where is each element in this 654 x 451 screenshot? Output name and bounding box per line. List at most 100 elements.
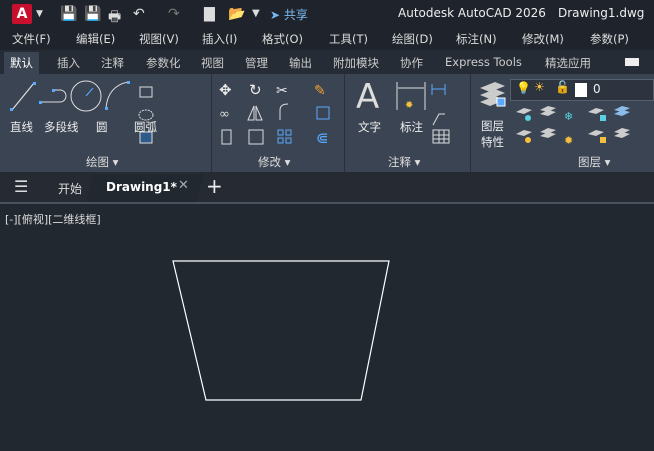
scale-icon bbox=[248, 129, 264, 145]
menu-insert[interactable]: 插入(I) bbox=[202, 31, 237, 47]
divider bbox=[470, 74, 471, 172]
layer-off-icon bbox=[516, 108, 532, 114]
layers-panel-title[interactable]: 图层 ▾ bbox=[578, 154, 610, 170]
mirror-icon bbox=[247, 105, 263, 121]
tab-manage[interactable]: 管理 bbox=[245, 55, 268, 71]
title-bar: A ▼ 💾 💾 🖶 ↶ ↷ ▇ 📂 ▼ ➤ 共享 Autodesk AutoCA… bbox=[0, 0, 654, 28]
draw-tools-icons bbox=[10, 80, 154, 144]
layer-dropdown[interactable]: 💡 ☀ 🔓 0 bbox=[510, 79, 654, 101]
tab-drawing1-label[interactable]: Drawing1* bbox=[106, 180, 177, 194]
undo-icon[interactable]: ↶ bbox=[133, 6, 145, 22]
new-file-icon[interactable]: ▇ bbox=[204, 6, 215, 22]
ribbon-tabs: 默认 插入 注释 参数化 视图 管理 输出 附加模块 协作 Express To… bbox=[0, 50, 654, 74]
divider bbox=[344, 74, 345, 172]
layer-properties-label[interactable]: 图层 bbox=[481, 118, 504, 134]
fillet-icon bbox=[279, 103, 289, 120]
drawing-canvas[interactable] bbox=[0, 204, 654, 451]
annotation-icons: ✹ bbox=[396, 82, 450, 144]
line-icon bbox=[10, 82, 36, 111]
stretch-icon bbox=[221, 129, 232, 145]
menu-modify[interactable]: 修改(M) bbox=[522, 31, 564, 47]
ribbon-toggle-button[interactable] bbox=[625, 58, 639, 66]
tab-parametric[interactable]: 参数化 bbox=[146, 55, 181, 71]
share-button[interactable]: ➤ 共享 bbox=[270, 6, 308, 23]
polyline-icon bbox=[39, 89, 67, 104]
redo-icon[interactable]: ↷ bbox=[168, 6, 180, 22]
menu-bar: 文件(F) 编辑(E) 视图(V) 插入(I) 格式(O) 工具(T) 绘图(D… bbox=[0, 28, 654, 50]
text-icon[interactable]: A bbox=[356, 77, 379, 117]
dimension-tool-label[interactable]: 标注 bbox=[400, 119, 423, 135]
sun-icon: ☀ bbox=[534, 80, 545, 94]
erase-icon: ✎ bbox=[314, 83, 326, 99]
trapezoid-shape[interactable] bbox=[172, 260, 390, 401]
document-title: Drawing1.dwg bbox=[558, 6, 645, 20]
tab-featured-apps[interactable]: 精选应用 bbox=[545, 55, 591, 71]
circle-tool-label[interactable]: 圆 bbox=[96, 119, 108, 135]
3d-solid-icon bbox=[316, 106, 330, 120]
dimension-icon: ✹ bbox=[396, 82, 426, 111]
menu-tools[interactable]: 工具(T) bbox=[329, 31, 368, 47]
trim-icon: ✂ bbox=[276, 83, 288, 99]
line-tool-label[interactable]: 直线 bbox=[10, 119, 33, 135]
send-icon: ➤ bbox=[270, 8, 284, 22]
offset-icon: ⋐ bbox=[316, 129, 329, 147]
divider bbox=[211, 74, 212, 172]
layer-properties-icon[interactable] bbox=[475, 80, 515, 120]
app-menu-button[interactable]: A bbox=[12, 4, 32, 24]
layer-on-icon bbox=[516, 130, 532, 136]
new-tab-plus-icon[interactable]: + bbox=[206, 174, 223, 198]
app-title: Autodesk AutoCAD 2026 bbox=[398, 6, 546, 20]
freeze-icon: ❄ bbox=[564, 110, 573, 123]
menu-edit[interactable]: 编辑(E) bbox=[76, 31, 115, 47]
tab-view[interactable]: 视图 bbox=[201, 55, 224, 71]
menu-view[interactable]: 视图(V) bbox=[139, 31, 179, 47]
tab-start[interactable]: 开始 bbox=[58, 180, 82, 197]
tab-annotate[interactable]: 注释 bbox=[101, 55, 124, 71]
copy-icon: ∞ bbox=[219, 107, 230, 122]
share-label: 共享 bbox=[283, 8, 308, 22]
layer-match-icon bbox=[540, 106, 556, 116]
layer-unlock-icon bbox=[588, 130, 604, 136]
tab-collaborate[interactable]: 协作 bbox=[400, 55, 423, 71]
save-icon[interactable]: 💾 bbox=[60, 6, 77, 22]
document-tabs: ☰ 开始 Drawing1* ✕ + bbox=[0, 172, 654, 202]
open-folder-icon[interactable]: 📂 bbox=[228, 6, 245, 22]
menu-file[interactable]: 文件(F) bbox=[12, 31, 51, 47]
modify-panel-title[interactable]: 修改 ▾ bbox=[258, 154, 290, 170]
close-tab-icon[interactable]: ✕ bbox=[178, 178, 189, 193]
menu-dimension[interactable]: 标注(N) bbox=[456, 31, 497, 47]
move-icon: ✥ bbox=[219, 81, 232, 99]
polyline-tool-label[interactable]: 多段线 bbox=[44, 119, 79, 135]
tab-express-tools[interactable]: Express Tools bbox=[445, 55, 522, 69]
linear-dimension-icon bbox=[431, 84, 446, 95]
unlock-icon: 🔓 bbox=[555, 80, 570, 94]
thaw-icon: ✹ bbox=[564, 134, 573, 147]
draw-panel-title[interactable]: 绘图 ▾ bbox=[86, 154, 118, 170]
leader-icon bbox=[432, 113, 445, 126]
save-as-icon[interactable]: 💾 bbox=[84, 6, 101, 22]
menu-format[interactable]: 格式(O) bbox=[262, 31, 303, 47]
hamburger-menu-icon[interactable]: ☰ bbox=[14, 177, 28, 196]
print-icon[interactable]: 🖶 bbox=[108, 6, 121, 30]
tab-default[interactable]: 默认 bbox=[4, 52, 39, 74]
layer-isolate-icon bbox=[614, 106, 630, 116]
chevron-down-icon[interactable]: ▼ bbox=[36, 9, 43, 19]
circle-icon bbox=[70, 80, 102, 112]
layer-change-icon bbox=[540, 128, 556, 138]
tab-addins[interactable]: 附加模块 bbox=[333, 55, 379, 71]
rectangle-icon bbox=[139, 86, 153, 98]
layer-properties-label-2[interactable]: 特性 bbox=[481, 134, 504, 150]
text-tool-label[interactable]: 文字 bbox=[358, 119, 381, 135]
customize-icon[interactable]: ▼ bbox=[252, 8, 260, 19]
arc-tool-label[interactable]: 圆弧 bbox=[134, 119, 157, 135]
layer-lock-icon bbox=[588, 108, 604, 114]
rotate-icon: ↻ bbox=[249, 81, 262, 99]
modify-tools-icons: ✥ ↻ ✂ ✎ ∞ ⋐ bbox=[219, 81, 330, 147]
menu-parametric[interactable]: 参数(P) bbox=[590, 31, 629, 47]
annotation-panel-title[interactable]: 注释 ▾ bbox=[388, 154, 420, 170]
lightbulb-icon: 💡 bbox=[516, 81, 531, 95]
tab-output[interactable]: 输出 bbox=[289, 55, 312, 71]
tab-insert[interactable]: 插入 bbox=[57, 55, 80, 71]
menu-draw[interactable]: 绘图(D) bbox=[392, 31, 433, 47]
color-swatch bbox=[575, 83, 587, 97]
